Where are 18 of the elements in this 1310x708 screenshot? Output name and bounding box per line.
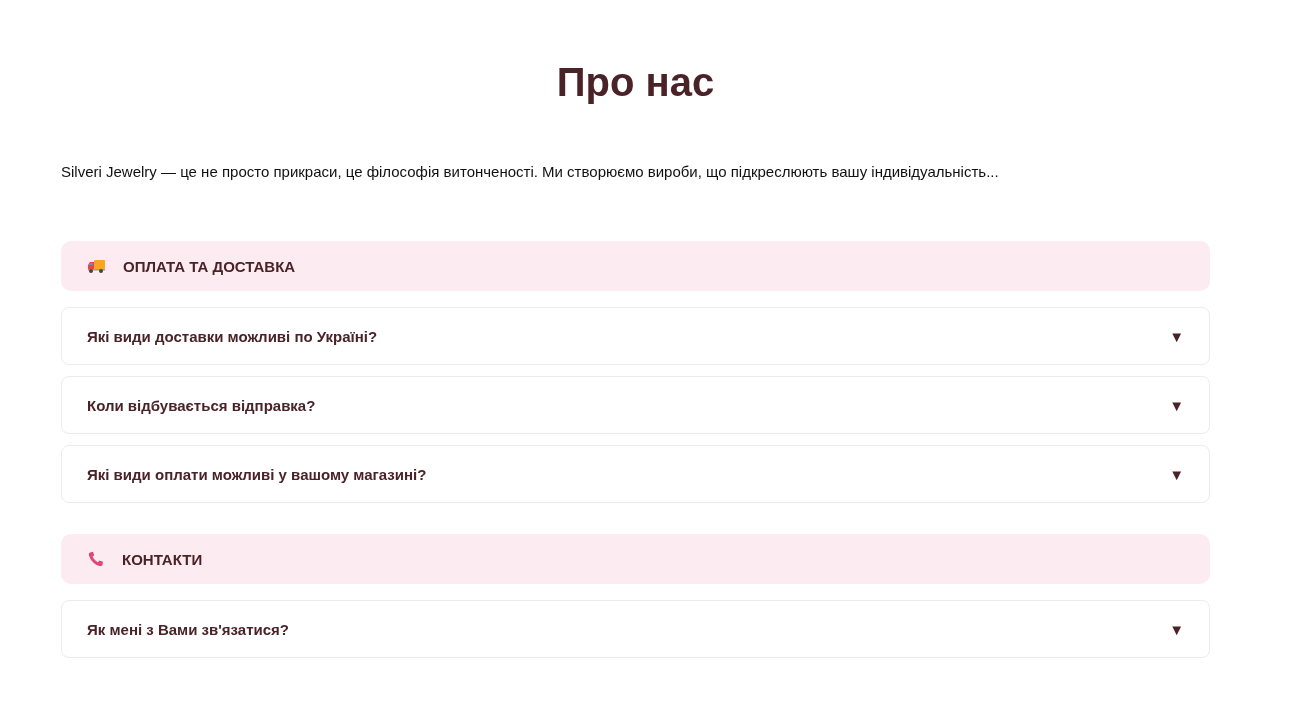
phone-icon [88, 551, 104, 567]
toggle-arrow: ▼ [1169, 396, 1184, 414]
intro-paragraph: Silveri Jewelry — це не просто прикраси, це філософія витонченості. Ми створюємо вироби, що підкреслюють вашу індивідуальність... [61, 162, 1000, 182]
faq-question[interactable]: Коли відбувається відправка? ▼ [61, 376, 1210, 434]
toggle-arrow: ▼ [1169, 620, 1184, 638]
faq-question[interactable]: Як мені з Вами зв'язатися? ▼ [61, 600, 1210, 658]
page-title: Про нас [555, 59, 716, 106]
question-text: Які види доставки можливі по Україні? [87, 327, 378, 345]
truck-icon [88, 259, 105, 273]
question-text: Як мені з Вами зв'язатися? [87, 620, 289, 638]
faq-question[interactable]: Які види доставки можливі по Україні? ▼ [61, 307, 1210, 365]
section-title: ОПЛАТА ТА ДОСТАВКА [123, 257, 296, 275]
section-title: КОНТАКТИ [122, 550, 203, 568]
question-text: Які види оплати можливі у вашому магазині? [87, 465, 427, 483]
question-text: Коли відбувається відправка? [87, 396, 316, 414]
toggle-arrow: ▼ [1169, 327, 1184, 345]
faq-question[interactable]: Які види оплати можливі у вашому магазині? ▼ [61, 445, 1210, 503]
toggle-arrow: ▼ [1169, 465, 1184, 483]
